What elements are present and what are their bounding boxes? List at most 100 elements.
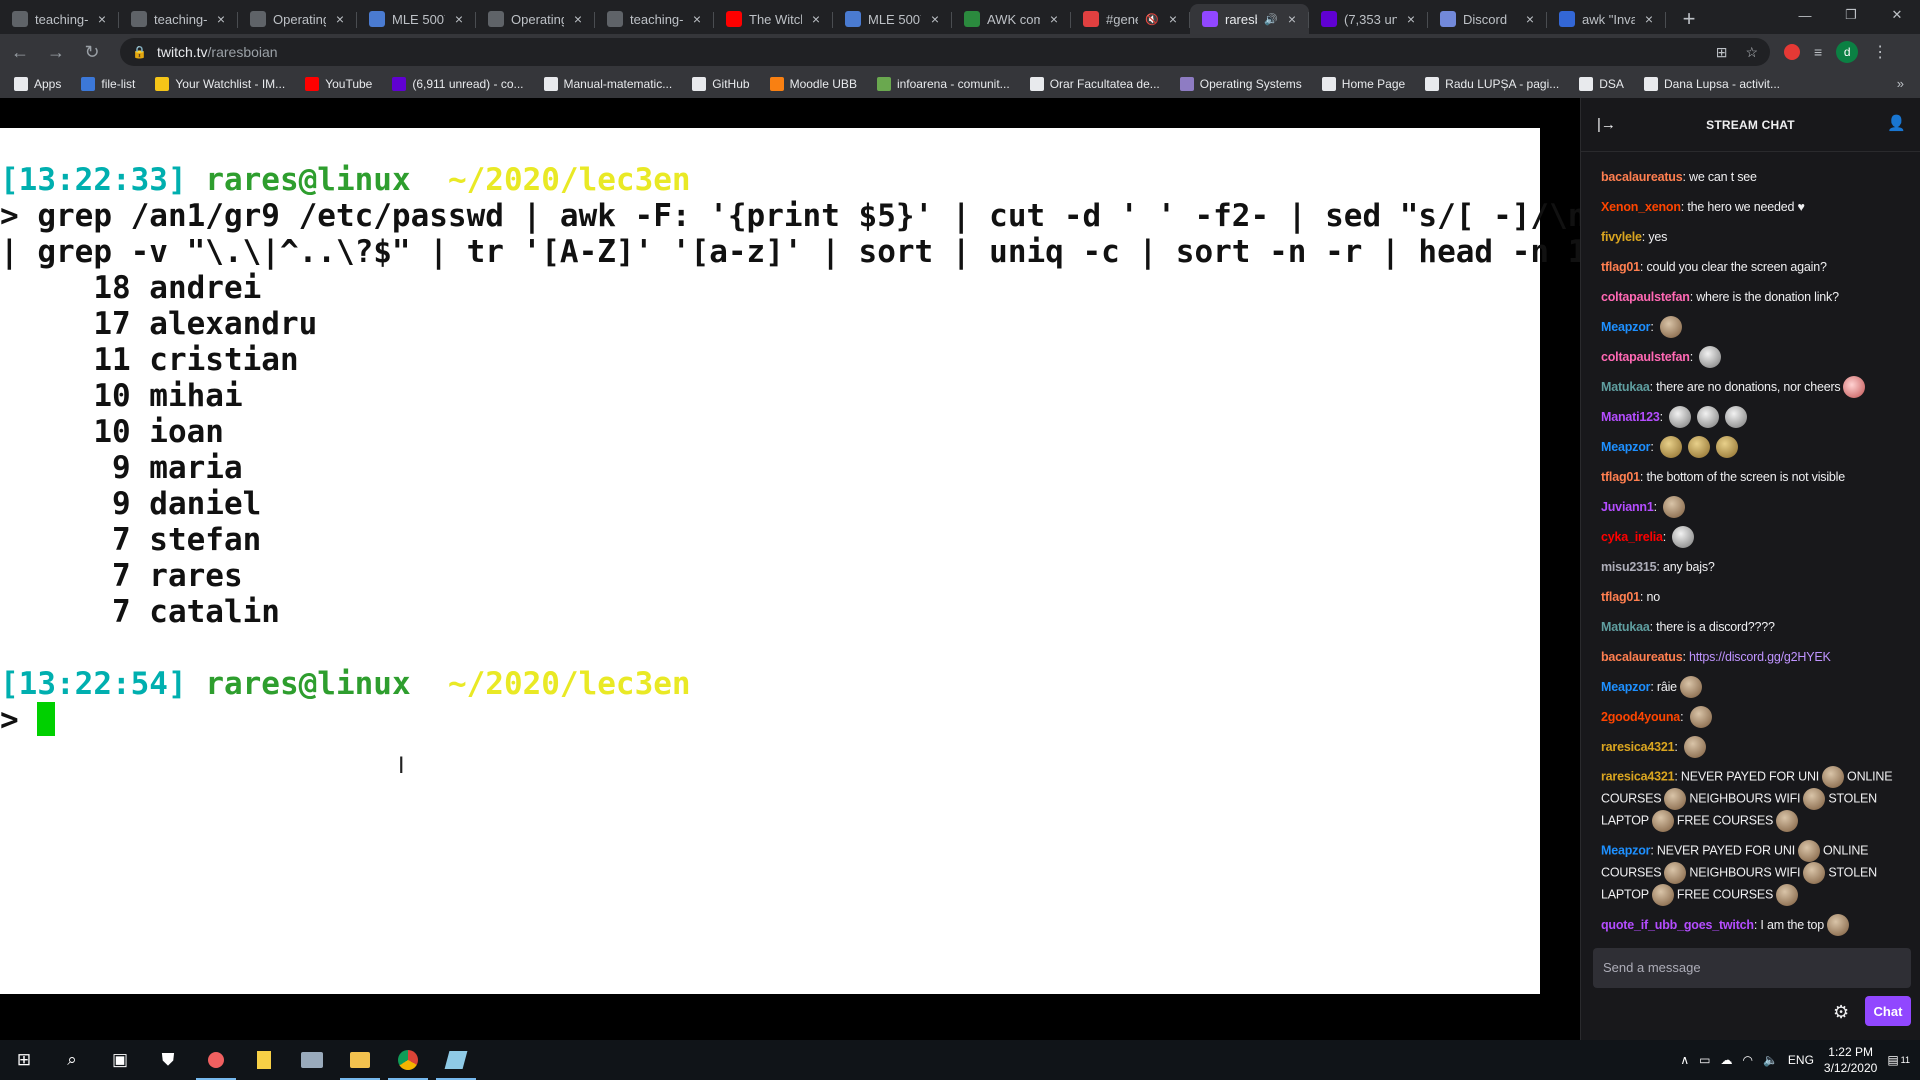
chat-username[interactable]: Matukaa <box>1601 617 1650 637</box>
chat-username[interactable]: misu2315 <box>1601 557 1657 577</box>
browser-tab[interactable]: teaching-r × <box>595 4 714 34</box>
forward-icon[interactable]: → <box>40 36 72 68</box>
bookmark-item[interactable]: infoarena - comunit... <box>876 77 1010 91</box>
bookmark-item[interactable]: file-list <box>81 77 135 91</box>
bookmark-item[interactable]: Manual-matematic... <box>543 77 672 91</box>
chat-username[interactable]: cyka_irelia <box>1601 527 1663 547</box>
chat-username[interactable]: Xenon_xenon <box>1601 197 1681 217</box>
reload-icon[interactable]: ↻ <box>76 36 108 68</box>
chat-input[interactable]: Send a message <box>1593 948 1911 988</box>
video-player[interactable]: [13:22:33] rares@linux ~/2020/lec3en > g… <box>0 98 1642 1040</box>
translate-icon[interactable]: ⊞ <box>1716 44 1728 61</box>
chat-username[interactable]: tflag01 <box>1601 467 1640 487</box>
chat-username[interactable]: Meapzor <box>1601 843 1651 857</box>
chat-send-button[interactable]: Chat <box>1865 996 1911 1026</box>
browser-tab[interactable]: Discord × <box>1428 4 1547 34</box>
search-icon[interactable]: ⌕ <box>48 1040 96 1080</box>
tab-audio-icon[interactable]: 🔇 <box>1145 13 1159 26</box>
bookmark-item[interactable]: Home Page <box>1321 77 1405 91</box>
browser-tab[interactable]: awk "Inval × <box>1547 4 1666 34</box>
minimize-button[interactable]: — <box>1782 0 1828 30</box>
tab-close-icon[interactable]: × <box>928 11 942 27</box>
bookmark-item[interactable]: Orar Facultatea de... <box>1029 77 1160 91</box>
app-icon[interactable] <box>288 1040 336 1080</box>
tab-close-icon[interactable]: × <box>1642 11 1656 27</box>
chevron-up-icon[interactable]: ∧ <box>1680 1053 1689 1067</box>
wifi-icon[interactable]: ◠ <box>1742 1053 1752 1067</box>
clock[interactable]: 1:22 PM 3/12/2020 <box>1824 1044 1877 1076</box>
bookmark-star-icon[interactable]: ☆ <box>1745 44 1758 61</box>
gear-icon[interactable]: ⚙ <box>1833 1002 1849 1023</box>
restore-button[interactable]: ❐ <box>1828 0 1874 30</box>
browser-tab[interactable]: Operating × <box>476 4 595 34</box>
bookmark-item[interactable]: Your Watchlist - IM... <box>155 77 285 91</box>
users-icon[interactable]: 👤 <box>1887 114 1906 132</box>
new-tab-button[interactable]: + <box>1672 4 1706 34</box>
tab-close-icon[interactable]: × <box>1404 11 1418 27</box>
chrome-icon[interactable] <box>384 1040 432 1080</box>
browser-tab[interactable]: teaching-r × <box>0 4 119 34</box>
browser-tab[interactable]: raresb 🔊 × <box>1190 4 1309 34</box>
notification-icon[interactable]: ▤ 11 <box>1887 1053 1910 1067</box>
file-explorer-icon[interactable] <box>336 1040 384 1080</box>
chat-username[interactable]: Meapzor <box>1601 677 1651 697</box>
address-bar[interactable]: 🔒 twitch.tv /raresboian ⊞ ☆ <box>120 38 1770 66</box>
browser-tab[interactable]: AWK comr × <box>952 4 1071 34</box>
tab-audio-icon[interactable]: 🔊 <box>1264 13 1278 26</box>
sticky-notes-icon[interactable] <box>240 1040 288 1080</box>
language-indicator[interactable]: ENG <box>1788 1053 1814 1067</box>
tab-close-icon[interactable]: × <box>1047 11 1061 27</box>
chat-link[interactable]: https://discord.gg/g2HYEK <box>1689 647 1831 667</box>
tab-close-icon[interactable]: × <box>1285 11 1299 27</box>
tab-close-icon[interactable]: × <box>95 11 109 27</box>
bookmarks-overflow-button[interactable]: » <box>1897 76 1904 91</box>
chat-username[interactable]: raresica4321 <box>1601 769 1675 783</box>
extension-icon[interactable] <box>1784 44 1800 60</box>
app-icon[interactable] <box>432 1040 480 1080</box>
tab-close-icon[interactable]: × <box>452 11 466 27</box>
chat-username[interactable]: Juviann1 <box>1601 497 1654 517</box>
profile-avatar[interactable]: d <box>1836 41 1859 63</box>
tab-close-icon[interactable]: × <box>809 11 823 27</box>
bookmark-item[interactable]: Radu LUPȘA - pagi... <box>1425 77 1559 91</box>
browser-tab[interactable]: The Witch × <box>714 4 833 34</box>
battery-icon[interactable]: ▭ <box>1699 1053 1710 1067</box>
tab-close-icon[interactable]: × <box>690 11 704 27</box>
chat-username[interactable]: Meapzor <box>1601 437 1651 457</box>
tab-close-icon[interactable]: × <box>571 11 585 27</box>
chat-username[interactable]: raresica4321 <box>1601 737 1675 757</box>
chat-username[interactable]: bacalaureatus <box>1601 167 1683 187</box>
bookmark-item[interactable]: (6,911 unread) - co... <box>392 77 524 91</box>
chat-username[interactable]: coltapaulstefan <box>1601 287 1690 307</box>
task-view-icon[interactable]: ▣ <box>96 1040 144 1080</box>
tab-close-icon[interactable]: × <box>1166 11 1180 27</box>
browser-tab[interactable]: Operating × <box>238 4 357 34</box>
back-icon[interactable]: ← <box>4 36 36 68</box>
app-icon[interactable] <box>192 1040 240 1080</box>
defender-icon[interactable]: ⛊ <box>144 1040 192 1080</box>
bookmark-item[interactable]: YouTube <box>305 77 372 91</box>
collapse-chat-icon[interactable]: |→ <box>1597 116 1616 133</box>
bookmark-item[interactable]: Operating Systems <box>1179 77 1302 91</box>
browser-tab[interactable]: (7,353 unr × <box>1309 4 1428 34</box>
bookmark-item[interactable]: GitHub <box>692 77 750 91</box>
media-control-icon[interactable]: ≡ <box>1814 44 1822 60</box>
chat-username[interactable]: Manati123 <box>1601 407 1660 427</box>
chat-username[interactable]: quote_if_ubb_goes_twitch <box>1601 915 1754 935</box>
tab-close-icon[interactable]: × <box>333 11 347 27</box>
tab-close-icon[interactable]: × <box>1523 11 1537 27</box>
browser-tab[interactable]: MLE 5007 × <box>357 4 476 34</box>
chat-username[interactable]: Matukaa <box>1601 377 1650 397</box>
chat-username[interactable]: bacalaureatus <box>1601 647 1683 667</box>
chat-username[interactable]: Meapzor <box>1601 317 1651 337</box>
bookmark-item[interactable]: Dana Lupsa - activit... <box>1643 77 1780 91</box>
volume-icon[interactable]: 🔈 <box>1763 1053 1778 1067</box>
browser-tab[interactable]: MLE 5007 × <box>833 4 952 34</box>
chat-username[interactable]: tflag01 <box>1601 587 1640 607</box>
bookmark-item[interactable]: DSA <box>1579 77 1624 91</box>
chat-username[interactable]: 2good4youna <box>1601 707 1680 727</box>
close-window-button[interactable]: ✕ <box>1874 0 1920 30</box>
bookmark-item[interactable]: Apps <box>14 77 61 91</box>
cloud-icon[interactable]: ☁ <box>1720 1053 1732 1067</box>
chat-username[interactable]: fivylele <box>1601 227 1642 247</box>
